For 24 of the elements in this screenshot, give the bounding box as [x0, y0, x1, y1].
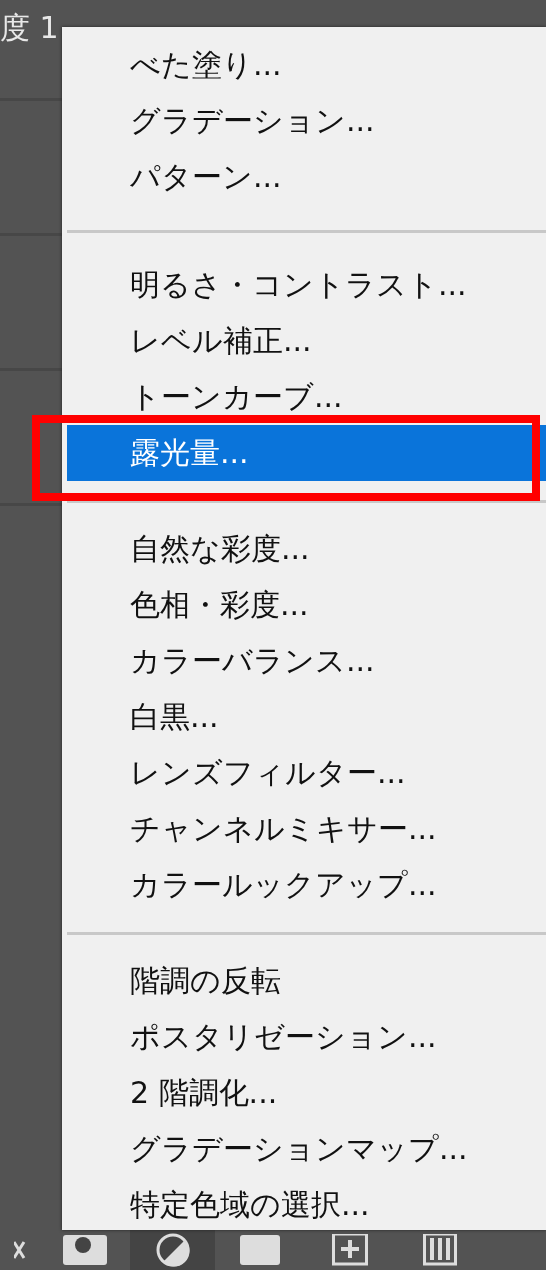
menu-item[interactable]: 明るさ・コントラスト... — [67, 257, 546, 313]
menu-item[interactable]: グラデーションマップ... — [67, 1121, 546, 1177]
menu-item[interactable]: レベル補正... — [67, 313, 546, 369]
menu-item[interactable]: グラデーション... — [67, 93, 546, 149]
menu-item[interactable]: カラーバランス... — [67, 633, 546, 689]
menu-item[interactable]: べた塗り... — [67, 37, 546, 93]
menu-item[interactable]: 色相・彩度... — [67, 577, 546, 633]
menu-item[interactable]: 階調の反転 — [67, 953, 546, 1009]
menu-item[interactable]: 特定色域の選択... — [67, 1177, 546, 1233]
trash-icon[interactable] — [423, 1234, 457, 1266]
menu-item[interactable]: チャンネルミキサー... — [67, 801, 546, 857]
menu-item[interactable]: 自然な彩度... — [67, 521, 546, 577]
menu-item[interactable]: トーンカーブ... — [67, 369, 546, 425]
half-circle-icon[interactable] — [154, 1232, 191, 1268]
menu-item[interactable]: レンズフィルター... — [67, 745, 546, 801]
menu-item[interactable]: パターン... — [67, 149, 546, 205]
mask-icon[interactable] — [63, 1235, 107, 1265]
menu-item[interactable]: カラールックアップ... — [67, 857, 546, 913]
panel-title: 度 1 — [0, 9, 59, 47]
menu-item[interactable]: ポスタリゼーション... — [67, 1009, 546, 1065]
menu-item[interactable]: 露光量... — [67, 425, 546, 481]
menu-item[interactable]: 白黒... — [67, 689, 546, 745]
plus-icon[interactable] — [332, 1234, 368, 1266]
menu-item[interactable]: 2 階調化... — [67, 1065, 546, 1121]
